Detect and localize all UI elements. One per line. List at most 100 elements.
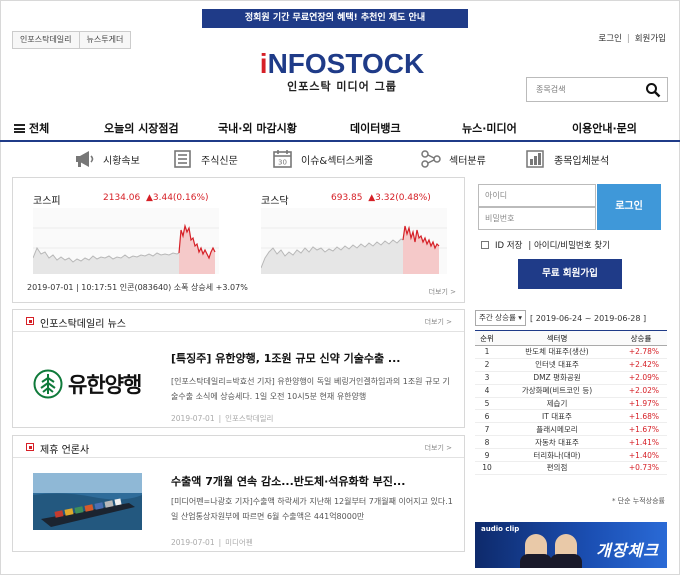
sector-name[interactable]: 인터넷 대표주 [499,358,615,372]
logo-wordmark: NFOSTOCK [267,48,425,79]
ranking-row[interactable]: 4 가상화폐(비트코인 등) +2.02% [475,384,667,398]
daily-news-more[interactable]: 더보기 > [425,317,452,327]
subnav-stock-paper-label: 주식신문 [201,155,238,167]
ranking-row[interactable]: 3 DMZ 평화공원 +2.09% [475,371,667,385]
rise-rate: +1.40% [615,448,667,463]
sector-header: 섹터명 [499,330,615,346]
ad-brand-logo: audio clip [481,525,520,533]
sector-name[interactable]: IT 대표주 [499,409,615,424]
subnav-stock-analysis[interactable]: 종목입체분석 [525,149,609,169]
rank-number: 7 [475,422,499,437]
sector-name[interactable]: 반도체 대표주(생산) [499,345,615,359]
sector-name[interactable]: 편의점 [499,461,615,475]
save-id-label[interactable]: ID 저장 [495,239,522,251]
nav-help[interactable]: 이용안내·문의 [572,120,637,136]
daily-news-thumbnail[interactable]: 유한양행 [33,350,158,418]
nav-all[interactable]: 전체 [14,120,49,136]
site-logo[interactable]: iNFOSTOCK 인포스탁 미디어 그룹 [257,49,427,94]
daily-news-header: 인포스탁데일리 뉴스 더보기 > [13,310,464,332]
ranking-period-range: [ 2019-06-24 ~ 2019-06-28 ] [530,313,647,323]
daily-news-summary[interactable]: [인포스탁데일리=박효선 기자] 유한양행이 독일 베링거인겔하임과의 1조원 … [171,374,456,404]
ranking-row[interactable]: 10 편의점 +0.73% [475,461,667,475]
nav-databank[interactable]: 데이터뱅크 [350,120,401,136]
ranking-row[interactable]: 2 인터넷 대표주 +2.42% [475,358,667,372]
ranking-row[interactable]: 1 반도체 대표주(생산) +2.78% [475,345,667,359]
market-more-link[interactable]: 더보기 > [429,287,456,297]
rise-rate: +0.73% [615,461,667,475]
subnav-stock-analysis-label: 종목입체분석 [554,155,610,167]
partner-news-summary[interactable]: [미디어펜=나광호 기자]수출액 하락세가 지난해 12월부터 7개월째 이어지… [171,494,456,524]
nav-market-check[interactable]: 오늘의 시장점검 [104,120,179,136]
ranking-note: * 단순 누적상승률 [611,497,665,505]
subnav-stock-paper[interactable]: 주식신문 [172,149,238,169]
partner-news-more[interactable]: 더보기 > [425,443,452,453]
ad-banner[interactable]: audio clip 개장체크 [475,522,667,568]
calendar-icon: 30 [273,150,292,168]
rank-number: 9 [475,448,499,463]
kosdaq-value: 693.85 ▲3.32(0.48%) [331,193,431,203]
search-icon[interactable] [645,82,661,98]
market-index-panel: 코스피 2134.06 ▲3.44(0.16%) 코스닥 693.85 ▲3.3… [12,177,465,303]
subnav-flash-label: 시황속보 [103,155,140,167]
rise-rate: +1.41% [615,435,667,450]
subnav-sector-class[interactable]: 섹터분류 [420,149,486,169]
kosdaq-chart [261,208,447,274]
subnav-flash[interactable]: 시황속보 [74,149,140,169]
rise-rate: +2.42% [615,358,667,372]
sector-name[interactable]: 터리화나(대마) [499,448,615,463]
ranking-row[interactable]: 7 플래시메모리 +1.67% [475,422,667,437]
join-link[interactable]: 회원가입 [635,34,666,44]
ranking-header: 주간 상승률 ▾ [ 2019-06-24 ~ 2019-06-28 ] [475,309,646,327]
rise-rate: +2.09% [615,371,667,385]
login-link[interactable]: 로그인 [598,34,621,44]
rank-number: 4 [475,384,499,398]
market-ticker[interactable]: 2019-07-01 | 10:17:51 인콘(083640) 소폭 상승세 … [27,282,248,293]
subnav-sector-class-label: 섹터분류 [449,155,486,167]
ranking-row[interactable]: 5 제습기 +1.97% [475,397,667,411]
kosdaq-widget[interactable]: 코스닥 693.85 ▲3.32(0.48%) [261,192,451,274]
kospi-chart [33,208,219,274]
ranking-row[interactable]: 6 IT 대표주 +1.68% [475,409,667,424]
kospi-name: 코스피 [33,196,61,207]
partner-news-header: 제휴 언론사 더보기 > [13,436,464,458]
id-input[interactable]: 아이디 [478,184,596,207]
daily-news-headline[interactable]: [특징주] 유한양행, 1조원 규모 신약 기술수출 ... [171,350,456,366]
login-button[interactable]: 로그인 [597,184,661,230]
find-account-link[interactable]: | 아이디/비밀번호 찾기 [528,239,610,251]
kospi-widget[interactable]: 코스피 2134.06 ▲3.44(0.16%) [33,192,223,274]
rate-header: 상승률 [615,330,667,346]
sector-name[interactable]: DMZ 평화공원 [499,371,615,385]
yuhan-logo-text: 유한양행 [68,373,142,397]
ranking-row[interactable]: 9 터리화나(대마) +1.40% [475,448,667,463]
nav-closing-report[interactable]: 국내·외 마감시황 [218,120,297,136]
free-join-button[interactable]: 무료 회원가입 [518,259,622,289]
search-input[interactable] [527,78,639,101]
rank-number: 5 [475,397,499,411]
subnav-issue-schedule[interactable]: 30 이슈&섹터스케줄 [272,149,373,169]
nav-news-media[interactable]: 뉴스·미디어 [462,120,517,136]
password-input[interactable]: 비밀번호 [478,207,596,230]
ranking-row[interactable]: 8 자동차 대표주 +1.41% [475,435,667,450]
partner-news-headline[interactable]: 수출액 7개월 연속 감소...반도체·석유화학 부진... [171,473,456,489]
nav-all-label: 전체 [29,122,50,135]
sector-name[interactable]: 자동차 대표주 [499,435,615,450]
rank-header: 순위 [475,330,499,346]
promo-banner[interactable]: 정회원 기간 무료연장의 혜택! 추천인 제도 안내 [202,9,468,28]
rank-number: 2 [475,358,499,372]
site-tab-news-together[interactable]: 뉴스투게더 [79,31,132,49]
sector-name[interactable]: 제습기 [499,397,615,411]
save-id-checkbox[interactable] [481,241,489,249]
svg-text:30: 30 [278,159,287,167]
sector-name[interactable]: 가상화폐(비트코인 등) [499,384,615,398]
partner-news-thumbnail[interactable] [33,473,142,530]
sub-nav: 시황속보 주식신문 30 이슈&섹터스케줄 섹터분류 종목입체분석 [0,145,680,173]
network-icon [421,150,441,168]
sector-name[interactable]: 플래시메모리 [499,422,615,437]
yuhan-logo-icon [33,369,63,399]
ranking-period-select[interactable]: 주간 상승률 ▾ [475,310,527,326]
section-bullet-icon [26,443,34,451]
logo-letter-i: i [259,48,268,79]
site-tab-infostock-daily[interactable]: 인포스탁데일리 [12,31,80,49]
rise-rate: +1.67% [615,422,667,437]
ad-presenter-1-body [520,554,552,568]
